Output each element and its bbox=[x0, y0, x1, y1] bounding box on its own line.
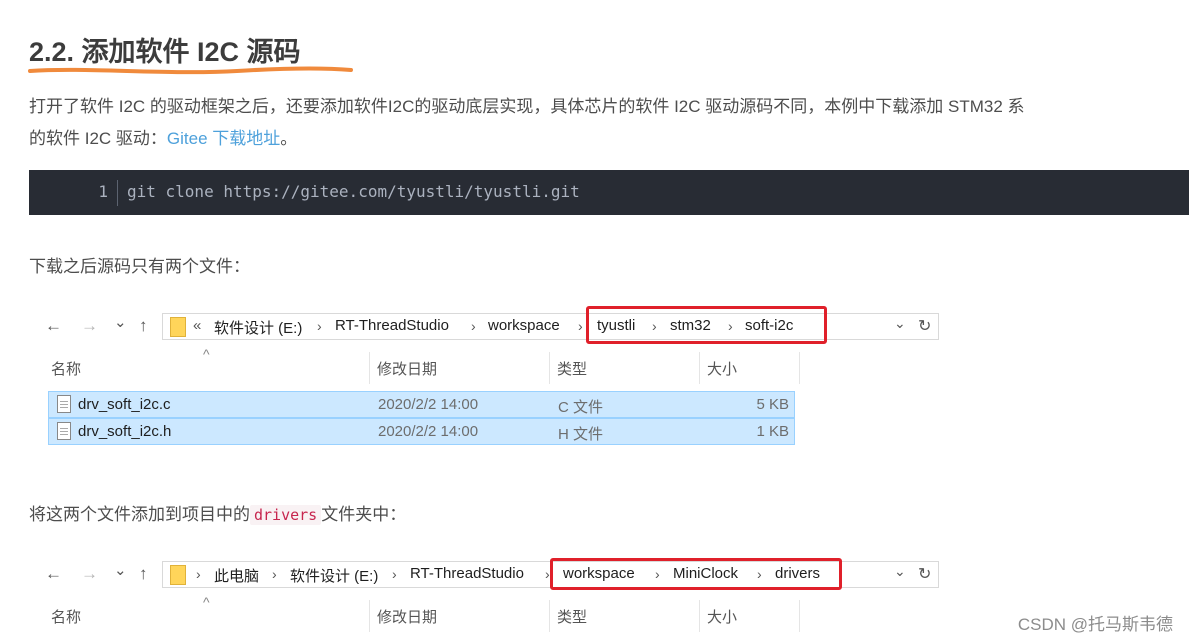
sort-ascending-icon: ^ bbox=[203, 594, 210, 610]
breadcrumb-separator-icon[interactable]: › bbox=[545, 566, 550, 582]
breadcrumb-separator-icon[interactable]: › bbox=[392, 566, 397, 582]
folder-icon bbox=[170, 565, 186, 585]
code-line[interactable]: git clone https://gitee.com/tyustli/tyus… bbox=[127, 182, 580, 201]
paragraph-line: 将这两个文件添加到项目中的 drivers 文件夹中： bbox=[29, 500, 406, 525]
breadcrumb-item[interactable]: 软件设计 (E:) bbox=[290, 565, 378, 586]
csdn-watermark: CSDN @托马斯韦德 bbox=[1017, 615, 1173, 634]
breadcrumb-overflow-icon[interactable]: « bbox=[193, 317, 201, 334]
column-header-type[interactable]: 类型 bbox=[557, 358, 587, 379]
gitee-download-link[interactable]: Gitee 下载地址 bbox=[167, 129, 280, 148]
file-type: C 文件 bbox=[558, 399, 604, 416]
breadcrumb-separator-icon[interactable]: › bbox=[272, 566, 277, 582]
recent-locations-chevron-icon[interactable]: ⌄ bbox=[114, 313, 127, 331]
file-name: drv_soft_i2c.h bbox=[78, 423, 172, 440]
code-line-number: 1 bbox=[98, 182, 108, 201]
refresh-icon[interactable]: ↻ bbox=[918, 564, 931, 584]
file-row[interactable]: drv_soft_i2c.h 2020/2/2 14:00 H 文件 1 KB bbox=[48, 418, 795, 445]
up-arrow-icon[interactable]: ↑ bbox=[139, 316, 148, 336]
paragraph-text: 文件夹中： bbox=[321, 505, 407, 524]
recent-locations-chevron-icon[interactable]: ⌄ bbox=[114, 561, 127, 579]
heading-underline bbox=[28, 66, 353, 75]
breadcrumb-item[interactable]: 软件设计 (E:) bbox=[214, 317, 302, 338]
back-arrow-icon[interactable]: ← bbox=[45, 564, 62, 584]
paragraph-text: 的软件 I2C 驱动： bbox=[29, 129, 167, 148]
up-arrow-icon[interactable]: ↑ bbox=[139, 564, 148, 584]
code-gutter-divider bbox=[117, 180, 118, 206]
breadcrumb-item[interactable]: RT-ThreadStudio bbox=[335, 317, 449, 334]
address-dropdown-chevron-icon[interactable]: ⌄ bbox=[894, 315, 906, 332]
column-header-date[interactable]: 修改日期 bbox=[377, 606, 437, 627]
column-header-size[interactable]: 大小 bbox=[707, 606, 737, 627]
paragraph-line: 的软件 I2C 驱动：Gitee 下载地址。 bbox=[29, 124, 297, 149]
paragraph-line: 下载之后源码只有两个文件： bbox=[29, 257, 250, 276]
file-name: drv_soft_i2c.c bbox=[78, 396, 171, 413]
paragraph-text: 。 bbox=[280, 129, 298, 148]
breadcrumb-root-chevron-icon[interactable]: › bbox=[196, 566, 201, 582]
back-arrow-icon[interactable]: ← bbox=[45, 316, 62, 336]
column-divider[interactable] bbox=[799, 352, 800, 384]
column-divider[interactable] bbox=[799, 600, 800, 632]
address-dropdown-chevron-icon[interactable]: ⌄ bbox=[894, 563, 906, 580]
refresh-icon[interactable]: ↻ bbox=[918, 316, 931, 336]
column-divider[interactable] bbox=[699, 352, 700, 384]
breadcrumb-separator-icon[interactable]: › bbox=[471, 318, 476, 334]
column-divider[interactable] bbox=[369, 600, 370, 632]
text-file-icon bbox=[57, 422, 71, 440]
highlight-box bbox=[550, 558, 842, 590]
highlight-box bbox=[586, 306, 827, 344]
breadcrumb-item[interactable]: 此电脑 bbox=[214, 565, 259, 586]
column-header-date[interactable]: 修改日期 bbox=[377, 358, 437, 379]
file-size: 1 KB bbox=[756, 423, 789, 440]
file-size: 5 KB bbox=[756, 396, 789, 413]
code-block: 1 git clone https://gitee.com/tyustli/ty… bbox=[29, 170, 1189, 215]
inline-code: drivers bbox=[250, 505, 322, 525]
forward-arrow-icon[interactable]: → bbox=[81, 564, 98, 584]
column-divider[interactable] bbox=[369, 352, 370, 384]
explorer-screenshot-1: ← → ⌄ ↑ « 软件设计 (E:) › RT-ThreadStudio › … bbox=[0, 300, 960, 460]
breadcrumb-separator-icon[interactable]: › bbox=[578, 318, 583, 334]
column-header-name[interactable]: 名称 bbox=[51, 358, 81, 379]
column-header-type[interactable]: 类型 bbox=[557, 606, 587, 627]
breadcrumb-item[interactable]: RT-ThreadStudio bbox=[410, 565, 524, 582]
forward-arrow-icon[interactable]: → bbox=[81, 316, 98, 336]
breadcrumb-item[interactable]: workspace bbox=[488, 317, 560, 334]
paragraph-line: 打开了软件 I2C 的驱动框架之后，还要添加软件I2C的驱动底层实现，具体芯片的… bbox=[29, 97, 1025, 116]
column-header-name[interactable]: 名称 bbox=[51, 606, 81, 627]
breadcrumb-separator-icon[interactable]: › bbox=[317, 318, 322, 334]
file-type: H 文件 bbox=[558, 426, 604, 443]
file-row[interactable]: drv_soft_i2c.c 2020/2/2 14:00 C 文件 5 KB bbox=[48, 391, 795, 418]
folder-icon bbox=[170, 317, 186, 337]
paragraph-text: 将这两个文件添加到项目中的 bbox=[29, 505, 250, 524]
text-file-icon bbox=[57, 395, 71, 413]
sort-ascending-icon: ^ bbox=[203, 346, 210, 362]
file-date: 2020/2/2 14:00 bbox=[378, 396, 479, 413]
column-divider[interactable] bbox=[549, 600, 550, 632]
column-header-size[interactable]: 大小 bbox=[707, 358, 737, 379]
column-divider[interactable] bbox=[699, 600, 700, 632]
file-date: 2020/2/2 14:00 bbox=[378, 423, 479, 440]
explorer-screenshot-2: ← → ⌄ ↑ › 此电脑 › 软件设计 (E:) › RT-ThreadStu… bbox=[0, 548, 960, 639]
column-divider[interactable] bbox=[549, 352, 550, 384]
